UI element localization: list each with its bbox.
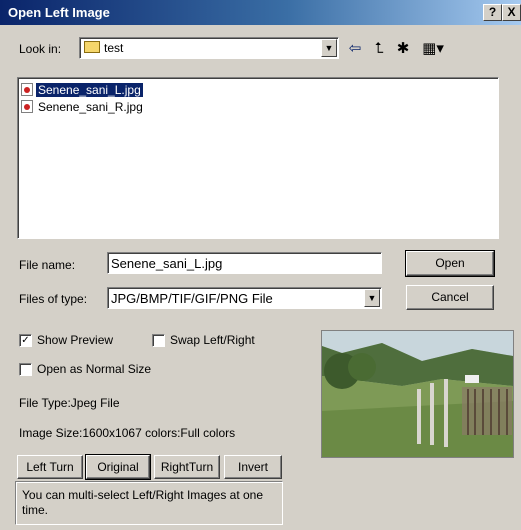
view-menu-icon[interactable]: ▦▾	[420, 40, 446, 58]
checkbox-box	[19, 362, 32, 376]
file-name-label: File name:	[19, 258, 76, 272]
jpg-file-icon	[21, 83, 33, 96]
chevron-down-icon[interactable]: ▼	[321, 39, 337, 57]
window-title: Open Left Image	[8, 5, 110, 20]
close-button[interactable]: X	[502, 4, 521, 21]
open-normal-size-label: Open as Normal Size	[37, 362, 152, 376]
checkbox-box	[152, 333, 165, 347]
hint-box: You can multi-select Left/Right Images a…	[15, 481, 283, 525]
preview-picture	[322, 331, 513, 457]
file-list[interactable]: Senene_sani_L.jpg Senene_sani_R.jpg	[17, 77, 499, 239]
image-size-info: Image Size:1600x1067 colors:Full colors	[19, 426, 236, 440]
open-button[interactable]: Open	[405, 250, 495, 277]
cancel-button[interactable]: Cancel	[406, 285, 494, 310]
look-in-combo[interactable]: test ▼	[79, 37, 339, 59]
files-of-type-value: JPG/BMP/TIF/GIF/PNG File	[111, 291, 273, 306]
file-name-text: Senene_sani_R.jpg	[38, 99, 143, 114]
jpg-file-icon	[21, 100, 33, 113]
back-icon[interactable]: ⇦	[346, 40, 364, 58]
help-button[interactable]: ?	[483, 4, 502, 21]
list-item[interactable]: Senene_sani_L.jpg	[21, 81, 144, 98]
files-of-type-label: Files of type:	[19, 292, 88, 306]
look-in-value: test	[104, 41, 124, 55]
swap-left-right-label: Swap Left/Right	[170, 333, 255, 347]
original-button[interactable]: Original	[85, 454, 151, 480]
open-normal-size-checkbox[interactable]: Open as Normal Size	[19, 362, 151, 376]
folder-icon	[84, 41, 100, 53]
file-type-info: File Type:Jpeg File	[19, 396, 120, 410]
new-folder-icon[interactable]: ✱	[394, 40, 412, 58]
swap-left-right-checkbox[interactable]: Swap Left/Right	[152, 333, 255, 347]
file-name-field[interactable]: Senene_sani_L.jpg	[107, 252, 382, 274]
left-turn-button[interactable]: Left Turn	[17, 455, 83, 479]
invert-button[interactable]: Invert	[224, 455, 282, 479]
show-preview-checkbox[interactable]: ✓ Show Preview	[19, 333, 113, 347]
hint-text: You can multi-select Left/Right Images a…	[22, 488, 264, 517]
list-item[interactable]: Senene_sani_R.jpg	[21, 98, 145, 115]
chevron-down-icon[interactable]: ▼	[364, 289, 380, 307]
look-in-label: Look in:	[19, 42, 62, 56]
title-bar[interactable]: Open Left Image ? X	[0, 0, 521, 25]
file-name-text: Senene_sani_L.jpg	[35, 81, 144, 98]
image-preview	[321, 330, 514, 458]
right-turn-button[interactable]: RightTurn	[154, 455, 220, 479]
checkmark-icon: ✓	[19, 333, 32, 347]
files-of-type-combo[interactable]: JPG/BMP/TIF/GIF/PNG File ▼	[107, 287, 382, 309]
show-preview-label: Show Preview	[37, 333, 114, 347]
file-name-value: Senene_sani_L.jpg	[111, 256, 223, 271]
up-folder-icon[interactable]: ⮤	[370, 40, 388, 58]
